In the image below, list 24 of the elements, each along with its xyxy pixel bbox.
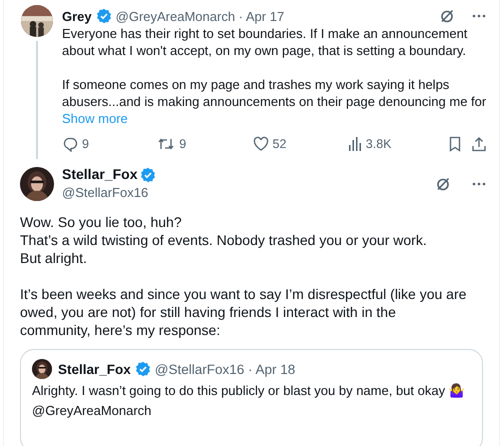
slash-circle-icon[interactable] — [435, 176, 451, 192]
post-text: Alrighty. I wasn’t going to do this publicly or blast you by name, but okay 🤷‍♀ @GreyAreaMonarch — [32, 382, 466, 420]
post-text: Wow. So you lie too, huh? That’s a wild twisting of events. Nobody trashed you or your work. But alright. — [20, 213, 428, 267]
post-text: It’s been weeks and since you want to say I’m disrespectful (like you are owed, you are not) for still having friends I interact with in the community, here’s my response: — [20, 285, 468, 339]
quoted-post-card[interactable]: Stellar_Fox @StellarFox16 · Apr 18 Alrighty. I wasn’t going to do this publicly or blast you by name, but okay 🤷‍♀ @GreyAreaMonarch — [20, 349, 483, 446]
display-name[interactable]: Stellar_Fox — [62, 166, 138, 183]
handle-and-date[interactable]: @StellarFox16 · Apr 18 — [154, 360, 296, 378]
post-text: Everyone has their right to set boundaries. If I make an announcement about what I won't accept, on my own page, that is setting a boundary. — [62, 25, 468, 59]
display-name[interactable]: Grey — [62, 8, 92, 24]
handle[interactable]: @StellarFox16 — [62, 184, 156, 201]
post-text: If someone comes on my page and trashes my work saying it helps abusers...and is making announcements on their page denouncing me for — [62, 76, 487, 110]
slash-circle-icon[interactable] — [439, 8, 455, 24]
display-name[interactable]: Stellar_Fox — [58, 360, 131, 378]
like-count: 52 — [272, 136, 286, 152]
bar-chart-icon[interactable] — [348, 136, 362, 152]
bookmark-icon[interactable] — [448, 136, 462, 152]
views-count: 3.8K — [366, 136, 392, 152]
heart-icon[interactable] — [252, 136, 269, 152]
reply-icon[interactable] — [62, 136, 78, 152]
repost-icon[interactable] — [157, 136, 176, 152]
reply-count: 9 — [82, 136, 89, 152]
handle-and-date[interactable]: @GreyAreaMonarch · Apr 17 — [116, 8, 284, 24]
repost-count: 9 — [179, 136, 186, 152]
share-icon[interactable] — [470, 136, 487, 152]
